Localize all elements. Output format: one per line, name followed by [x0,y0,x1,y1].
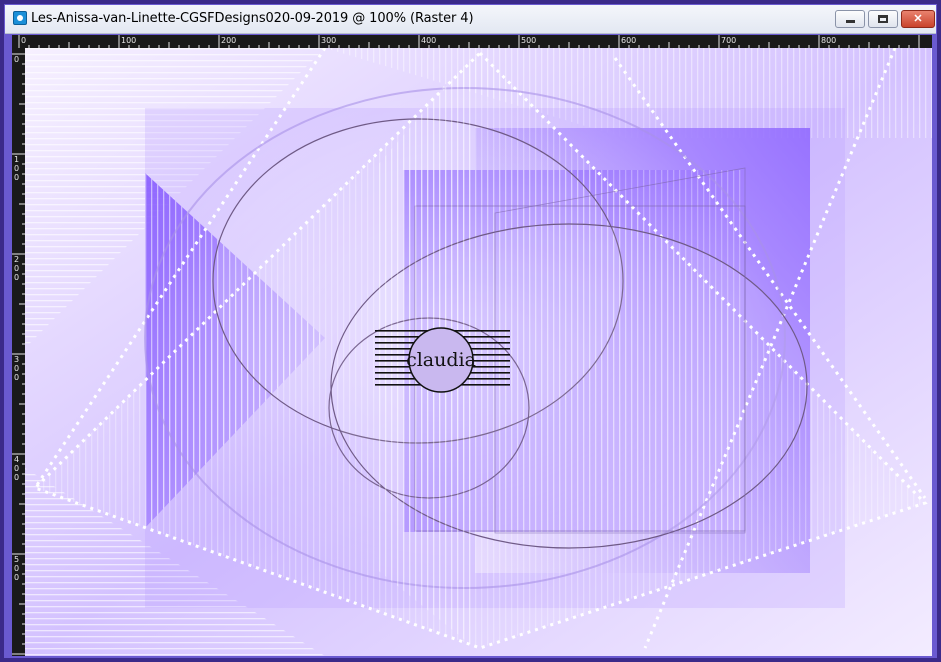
maximize-icon [878,15,888,23]
maximize-button[interactable] [868,10,898,28]
ruler-label: 0 [14,464,19,473]
horizontal-ruler-ticks: 0 100 200 300 400 500 600 700 800 [18,35,920,48]
ruler-label: 2 [14,255,19,264]
ruler-label: 200 [221,36,236,45]
ruler-label: 600 [621,36,636,45]
watermark-badge: claudia [375,326,510,393]
ruler-label: 0 [14,473,19,482]
image-window: Les-Anissa-van-Linette-CGSFDesigns020-09… [0,0,941,662]
close-button[interactable]: ✕ [901,10,935,28]
title-bar[interactable]: Les-Anissa-van-Linette-CGSFDesigns020-09… [5,5,936,34]
window-title: Les-Anissa-van-Linette-CGSFDesigns020-09… [31,11,474,26]
close-icon: ✕ [913,13,923,25]
ruler-label: 0 [14,55,19,64]
ruler-label: 0 [14,564,19,573]
vertical-ruler-ticks: 0100200300400500 [12,53,25,655]
watermark-text: claudia [406,349,476,371]
ruler-label: 0 [14,164,19,173]
ruler-label: 0 [14,264,19,273]
ruler-label: 0 [14,364,19,373]
ruler-label: 700 [721,36,736,45]
ruler-label: 5 [14,555,19,564]
ruler-label: 1 [14,155,19,164]
ruler-label: 4 [14,455,19,464]
artwork: claudia [25,48,932,656]
ruler-label: 500 [521,36,536,45]
ruler-label: 0 [14,273,19,282]
ruler-label: 400 [421,36,436,45]
minimize-icon [846,20,855,23]
image-canvas[interactable]: claudia [25,48,932,656]
horizontal-ruler[interactable]: 0 100 200 300 400 500 600 700 800 [12,35,932,48]
ruler-label: 3 [14,355,19,364]
image-document-icon [13,11,27,25]
ruler-label: 0 [14,373,19,382]
ruler-label: 300 [321,36,336,45]
ruler-label: 800 [821,36,836,45]
ruler-label: 0 [14,173,19,182]
vertical-ruler[interactable]: 0100200300400500 [12,48,25,656]
minimize-button[interactable] [835,10,865,28]
ruler-label: 0 [14,573,19,582]
ruler-label: 0 [21,36,26,45]
ruler-label: 100 [121,36,136,45]
